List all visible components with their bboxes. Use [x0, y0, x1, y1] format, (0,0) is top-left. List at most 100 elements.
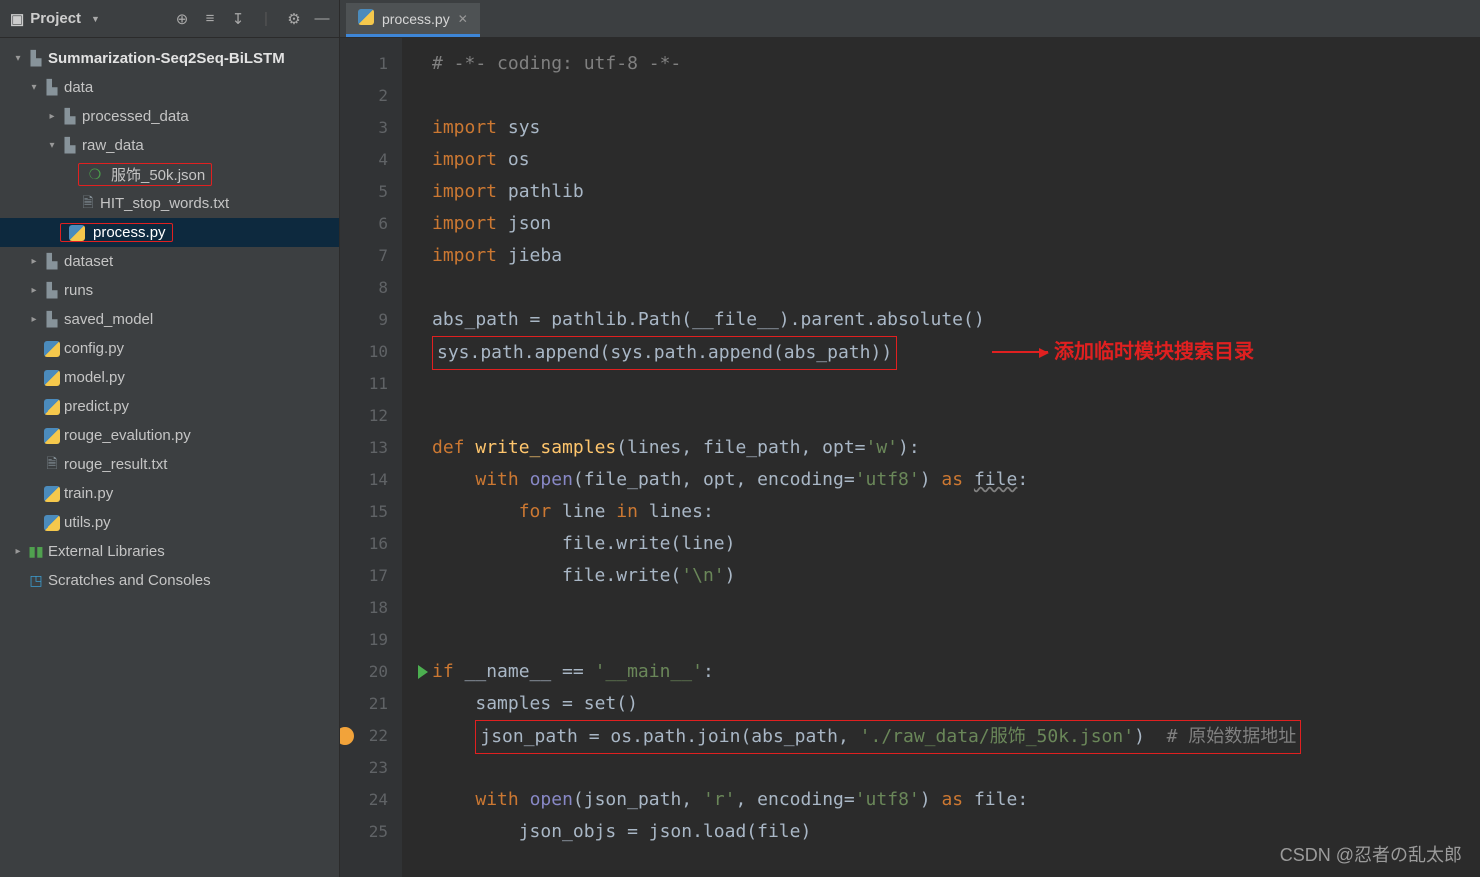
code-text: open	[530, 789, 573, 810]
highlighted-code: json_path = os.path.join(abs_path, './ra…	[475, 720, 1301, 754]
code-text: import	[432, 245, 497, 266]
tree-folder-runs[interactable]: ▸ ▙ runs	[0, 276, 339, 305]
code-text: :	[703, 661, 714, 682]
chevron-right-icon[interactable]: ▸	[44, 111, 60, 122]
code-text: jieba	[508, 245, 562, 266]
tree-label: config.py	[64, 340, 124, 357]
tree-file-model-py[interactable]: model.py	[0, 363, 339, 392]
tree-folder-dataset[interactable]: ▸ ▙ dataset	[0, 247, 339, 276]
folder-icon: ▙	[60, 137, 80, 154]
code-content[interactable]: # -*- coding: utf-8 -*- import sys impor…	[402, 38, 1480, 877]
text-file-icon: 🗎	[42, 453, 62, 477]
tree-label: rouge_evalution.py	[64, 427, 191, 444]
arrow-icon	[992, 351, 1048, 353]
code-text: 'utf8'	[855, 789, 920, 810]
python-file-icon	[42, 399, 62, 415]
chevron-down-icon: ▼	[91, 14, 100, 24]
chevron-down-icon[interactable]: ▾	[26, 82, 42, 93]
project-dropdown[interactable]: ▣ Project ▼	[10, 10, 100, 28]
python-file-icon	[42, 370, 62, 386]
chevron-right-icon[interactable]: ▸	[10, 546, 26, 557]
chevron-down-icon[interactable]: ▾	[10, 53, 26, 64]
settings-icon[interactable]: ⚙	[283, 8, 305, 30]
tree-file-rouge-result-txt[interactable]: 🗎 rouge_result.txt	[0, 450, 339, 479]
code-text: )	[920, 469, 942, 490]
chevron-right-icon[interactable]: ▸	[26, 314, 42, 325]
chevron-right-icon[interactable]: ▸	[26, 285, 42, 296]
code-text: file	[974, 469, 1017, 490]
code-text: open	[530, 469, 573, 490]
tree-scratches[interactable]: ◳ Scratches and Consoles	[0, 566, 339, 595]
tree-folder-saved-model[interactable]: ▸ ▙ saved_model	[0, 305, 339, 334]
python-file-icon	[42, 341, 62, 357]
editor-tab-process[interactable]: process.py ✕	[346, 3, 480, 37]
tree-file-predict-py[interactable]: predict.py	[0, 392, 339, 421]
tree-label: data	[64, 79, 93, 96]
project-icon: ▣	[10, 10, 24, 28]
code-text: in	[616, 501, 638, 522]
json-file-icon: ❍	[85, 166, 105, 183]
gutter: 1234 5678 9101112 13141516 171819 20 21 …	[340, 38, 402, 877]
code-text: import	[432, 117, 497, 138]
tree-label: 服饰_50k.json	[111, 164, 205, 185]
code-text: (file_path, opt,	[573, 469, 757, 490]
folder-icon: ▙	[26, 50, 46, 67]
code-text: pathlib	[508, 181, 584, 202]
chevron-down-icon[interactable]: ▾	[44, 140, 60, 151]
code-text: as	[941, 469, 963, 490]
tree-label: runs	[64, 282, 93, 299]
code-text: sys.path.append(sys.path.append(abs_path…	[437, 342, 892, 363]
close-icon[interactable]: ✕	[458, 12, 468, 26]
tree-label: saved_model	[64, 311, 153, 328]
library-icon: ▮▮	[26, 543, 46, 560]
collapse-icon[interactable]: ↧	[227, 8, 249, 30]
code-text: )	[1134, 726, 1167, 747]
intention-bulb-icon[interactable]	[340, 727, 354, 745]
tree-file-fushi-json[interactable]: ❍ 服饰_50k.json	[0, 160, 339, 189]
tree-label: process.py	[93, 224, 166, 241]
code-text: line	[551, 501, 616, 522]
code-text: './raw_data/服饰_50k.json'	[860, 726, 1134, 747]
code-text: json_path = os.path.join(abs_path,	[480, 726, 859, 747]
locate-icon[interactable]: ⊕	[171, 8, 193, 30]
code-text: )	[725, 565, 736, 586]
code-text: 'r'	[703, 789, 736, 810]
code-text: :	[1017, 469, 1028, 490]
text-file-icon: 🗎	[78, 192, 98, 216]
code-text: import	[432, 181, 497, 202]
tree-file-train-py[interactable]: train.py	[0, 479, 339, 508]
tree-label: utils.py	[64, 514, 111, 531]
tree-folder-raw-data[interactable]: ▾ ▙ raw_data	[0, 131, 339, 160]
code-text: __name__ ==	[454, 661, 595, 682]
tree-file-rouge-eval-py[interactable]: rouge_evalution.py	[0, 421, 339, 450]
code-text: os	[508, 149, 530, 170]
tree-file-config-py[interactable]: config.py	[0, 334, 339, 363]
code-text: =	[844, 789, 855, 810]
expand-icon[interactable]: ≡	[199, 8, 221, 30]
tree-file-utils-py[interactable]: utils.py	[0, 508, 339, 537]
code-text: file:	[974, 789, 1028, 810]
python-file-icon	[67, 225, 87, 241]
code-text: as	[941, 789, 963, 810]
tree-label: predict.py	[64, 398, 129, 415]
python-file-icon	[358, 9, 374, 28]
code-text: '\n'	[681, 565, 724, 586]
tree-folder-processed-data[interactable]: ▸ ▙ processed_data	[0, 102, 339, 131]
hide-icon[interactable]: —	[311, 8, 333, 30]
tree-label: processed_data	[82, 108, 189, 125]
python-file-icon	[42, 428, 62, 444]
tree-root[interactable]: ▾ ▙ Summarization-Seq2Seq-BiLSTM	[0, 44, 339, 73]
editor-body[interactable]: 1234 5678 9101112 13141516 171819 20 21 …	[340, 38, 1480, 877]
tree-file-process-py[interactable]: process.py	[0, 218, 339, 247]
tree-file-hit-stop[interactable]: 🗎 HIT_stop_words.txt	[0, 189, 339, 218]
tab-label: process.py	[382, 11, 450, 27]
sidebar-header: ▣ Project ▼ ⊕ ≡ ↧ | ⚙ —	[0, 0, 339, 38]
code-text: )	[920, 789, 942, 810]
code-text: lines:	[638, 501, 714, 522]
tree-label: model.py	[64, 369, 125, 386]
tree-external-libraries[interactable]: ▸ ▮▮ External Libraries	[0, 537, 339, 566]
code-text: samples = set()	[475, 693, 638, 714]
code-text: abs_path = pathlib.Path(__file__).parent…	[432, 309, 985, 330]
chevron-right-icon[interactable]: ▸	[26, 256, 42, 267]
tree-folder-data[interactable]: ▾ ▙ data	[0, 73, 339, 102]
